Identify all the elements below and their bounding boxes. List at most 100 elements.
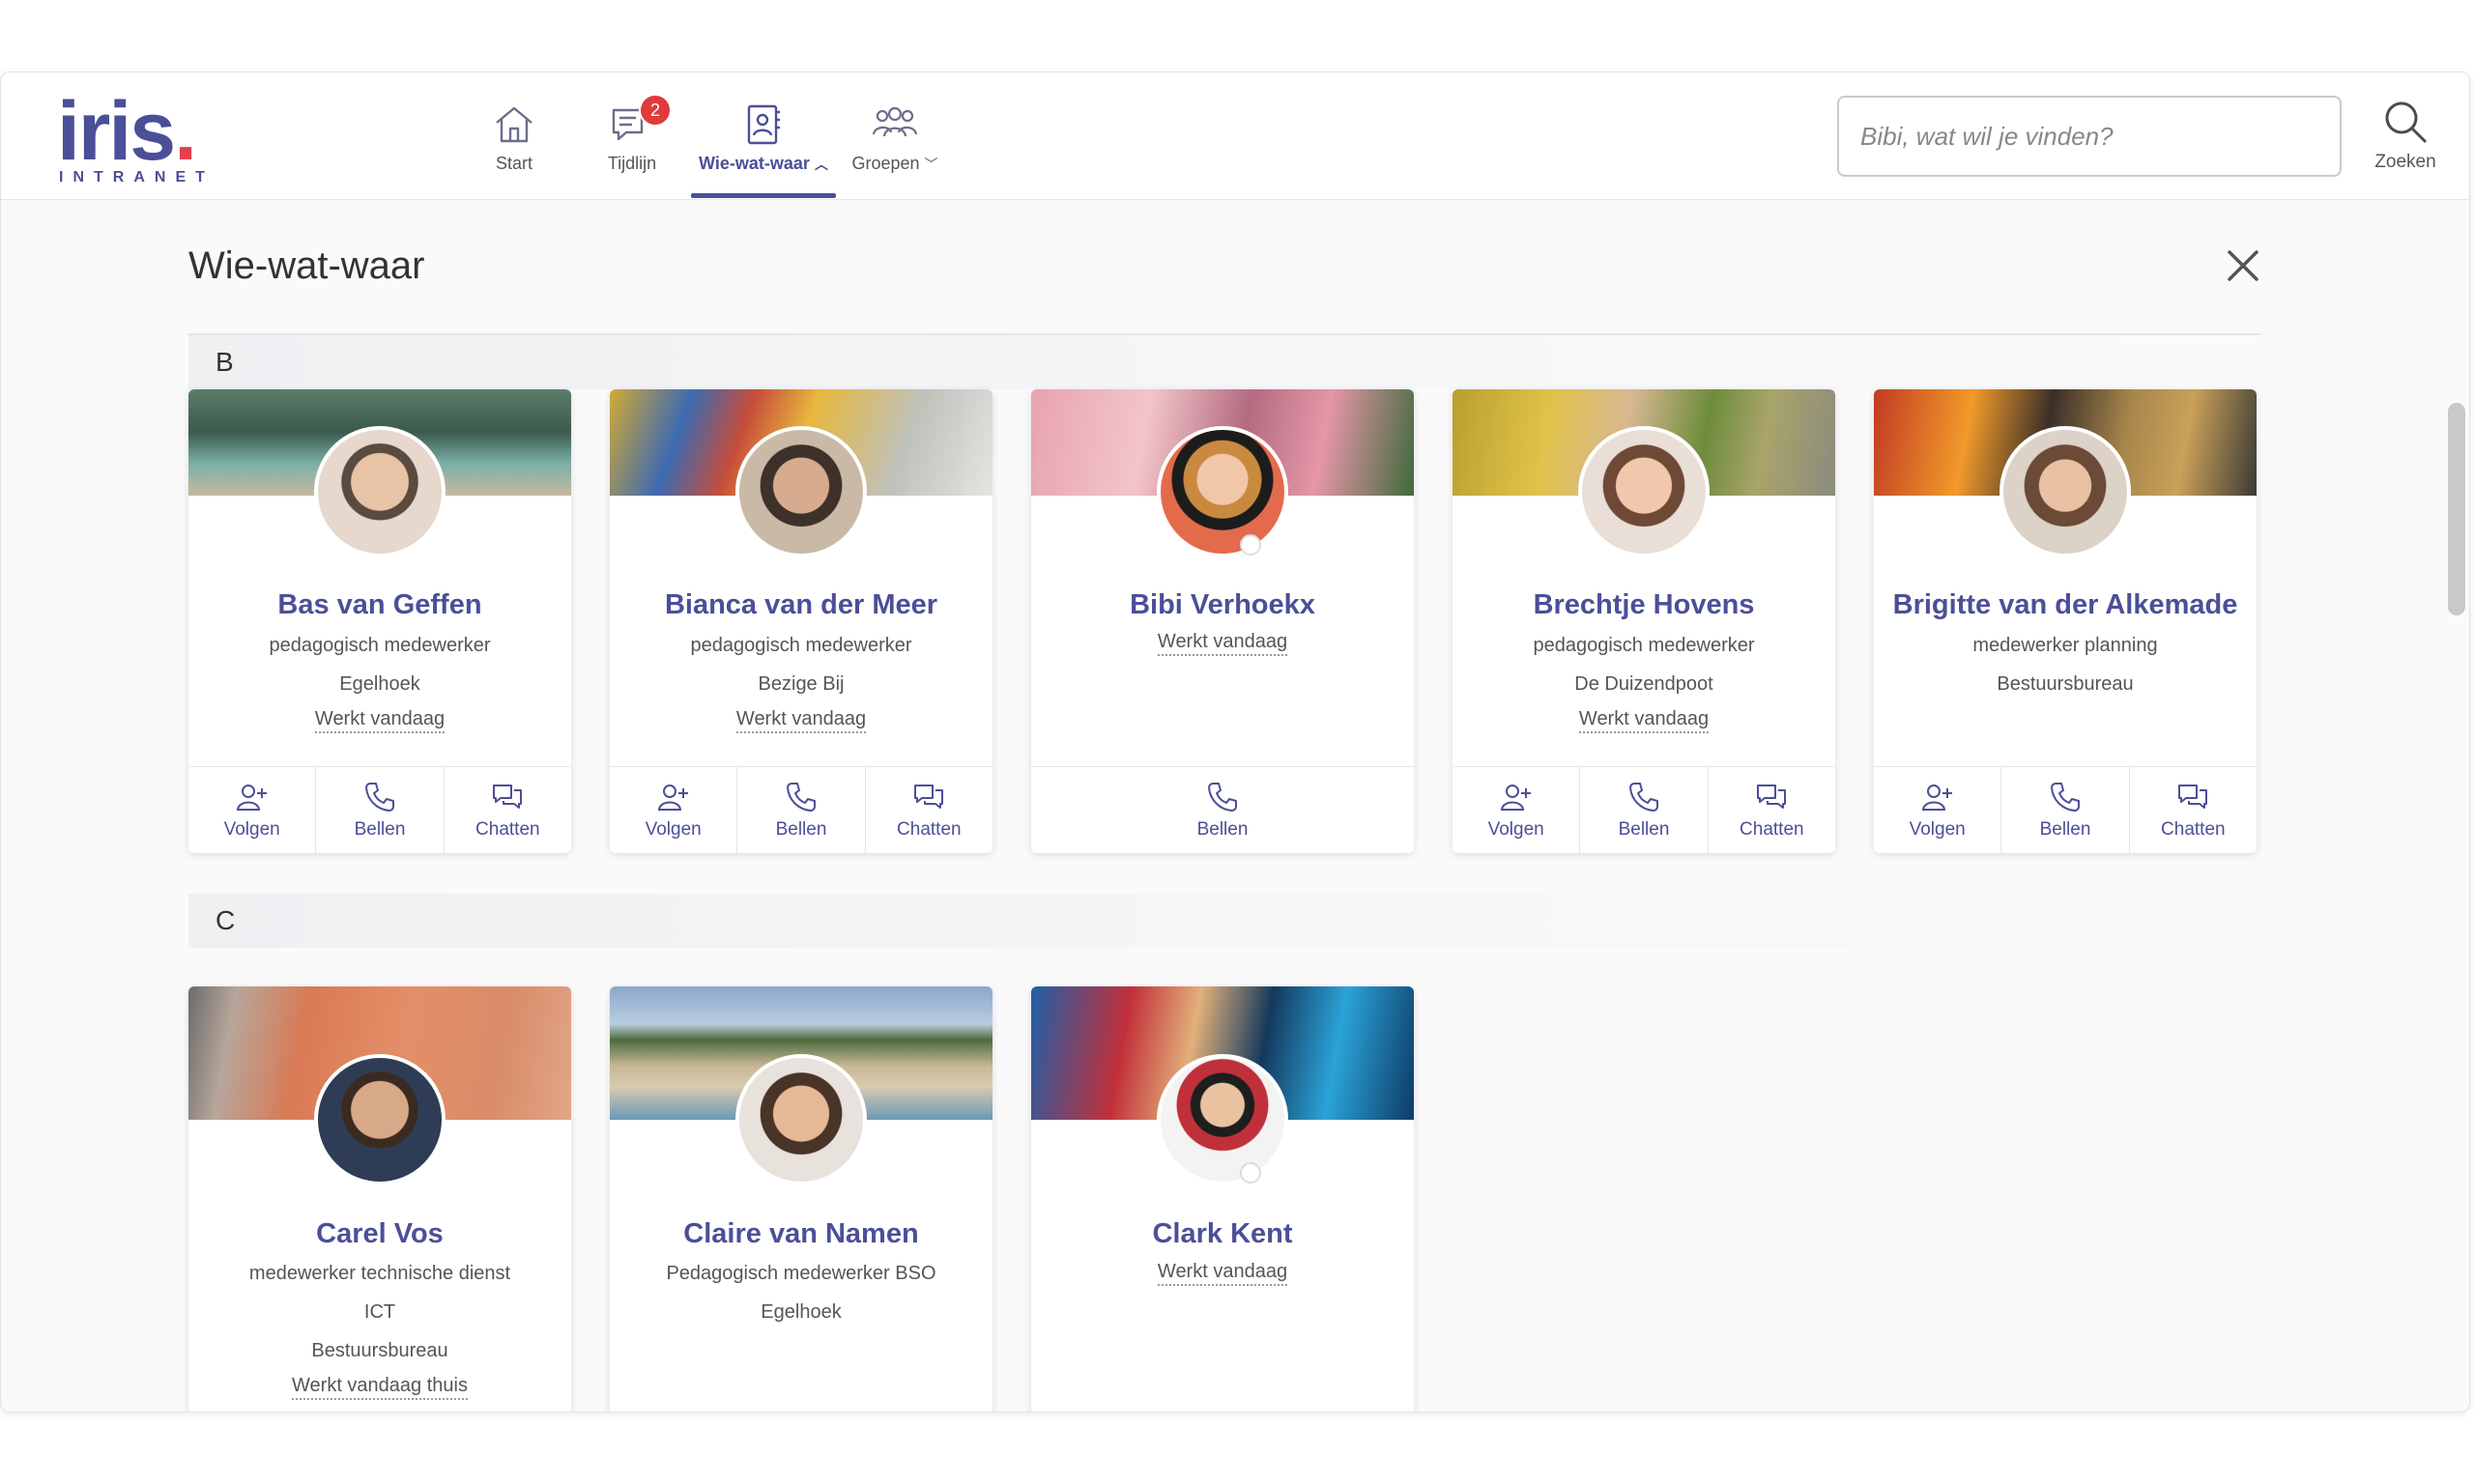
user-plus-icon bbox=[657, 784, 688, 811]
person-card: Claire van Namen Pedagogisch medewerker … bbox=[610, 986, 992, 1412]
person-card: Clark Kent Werkt vandaag bbox=[1031, 986, 1414, 1412]
chat-button[interactable]: Chatten bbox=[1709, 767, 1835, 853]
groups-icon bbox=[872, 106, 918, 137]
user-plus-icon bbox=[236, 784, 267, 811]
phone-icon bbox=[364, 782, 394, 812]
section-letter: C bbox=[216, 905, 236, 935]
avatar[interactable] bbox=[735, 426, 867, 557]
person-location: Bestuursbureau bbox=[311, 1340, 448, 1361]
person-status: Werkt vandaag bbox=[188, 708, 571, 733]
person-role: pedagogisch medewerker bbox=[269, 635, 491, 656]
person-name[interactable]: Bas van Geffen bbox=[188, 589, 571, 621]
search-input[interactable] bbox=[1839, 98, 2340, 175]
phone-icon bbox=[1208, 782, 1237, 812]
section-letter: B bbox=[216, 347, 234, 377]
person-name[interactable]: Brechtje Hovens bbox=[1453, 589, 1835, 621]
nav-item-groepen[interactable]: Groepen ﹀ bbox=[836, 72, 954, 200]
follow-button[interactable]: Volgen bbox=[610, 767, 738, 853]
person-name[interactable]: Claire van Namen bbox=[610, 1218, 992, 1250]
search-button-label: Zoeken bbox=[2374, 152, 2436, 172]
person-card: Bibi Verhoekx Werkt vandaag Bellen bbox=[1031, 389, 1414, 853]
call-button[interactable]: Bellen bbox=[2001, 767, 2130, 853]
chat-button[interactable]: Chatten bbox=[866, 767, 992, 853]
action-label: Bellen bbox=[1196, 818, 1249, 840]
close-icon bbox=[2228, 250, 2258, 281]
person-card: Carel Vos medewerker technische dienst I… bbox=[188, 986, 571, 1412]
chat-bubbles-icon bbox=[1757, 784, 1787, 809]
person-name[interactable]: Brigitte van der Alkemade bbox=[1874, 589, 2257, 621]
nav-item-tijdlijn[interactable]: 2 Tijdlijn bbox=[573, 72, 691, 200]
call-button[interactable]: Bellen bbox=[1031, 767, 1414, 853]
person-name[interactable]: Carel Vos bbox=[188, 1218, 571, 1250]
person-role: medewerker technische dienst bbox=[248, 1263, 511, 1284]
logo-text: iris bbox=[57, 85, 176, 178]
card-actions: Volgen Bellen Chatten bbox=[188, 766, 571, 853]
card-actions: Volgen Bellen Chatten bbox=[1453, 766, 1835, 853]
follow-button[interactable]: Volgen bbox=[188, 767, 317, 853]
nav-label: Tijdlijn bbox=[607, 154, 657, 173]
chat-bubbles-icon bbox=[2178, 784, 2208, 809]
home-icon bbox=[496, 106, 532, 143]
phone-icon bbox=[1628, 782, 1658, 812]
card-actions: Volgen Bellen Chatten bbox=[1874, 766, 2257, 853]
person-role: pedagogisch medewerker bbox=[1533, 635, 1755, 656]
search-icon bbox=[2385, 101, 2428, 144]
avatar[interactable] bbox=[314, 1054, 446, 1185]
section-header-b: B bbox=[188, 335, 2260, 389]
call-button[interactable]: Bellen bbox=[316, 767, 445, 853]
chevron-down-icon: ﹀ bbox=[924, 157, 938, 172]
person-role: pedagogisch medewerker bbox=[690, 635, 912, 656]
avatar[interactable] bbox=[1999, 426, 2131, 557]
avatar[interactable] bbox=[1578, 426, 1710, 557]
person-card: Brechtje Hovens pedagogisch medewerker D… bbox=[1453, 389, 1835, 853]
chat-bubbles-icon bbox=[493, 784, 523, 809]
action-label: Volgen bbox=[1909, 818, 1966, 840]
person-name[interactable]: Clark Kent bbox=[1031, 1218, 1414, 1250]
nav-label: Wie-wat-waar bbox=[699, 154, 810, 173]
person-name[interactable]: Bibi Verhoekx bbox=[1031, 589, 1414, 621]
avatar[interactable] bbox=[1157, 426, 1288, 557]
call-button[interactable]: Bellen bbox=[737, 767, 866, 853]
top-header: iris. INTRANET Start 2 Tijdlijn Wie-wat-… bbox=[1, 72, 2469, 200]
nav-item-start[interactable]: Start bbox=[455, 72, 573, 200]
search-field[interactable] bbox=[1837, 96, 2342, 177]
person-status: Werkt vandaag bbox=[1453, 708, 1835, 733]
person-location: Bestuursbureau bbox=[1997, 673, 2134, 695]
action-label: Chatten bbox=[1740, 818, 1804, 840]
avatar[interactable] bbox=[1157, 1054, 1288, 1185]
follow-button[interactable]: Volgen bbox=[1453, 767, 1581, 853]
card-actions: Volgen Bellen Chatten bbox=[610, 766, 992, 853]
person-department: ICT bbox=[363, 1301, 396, 1323]
person-status-text: Werkt vandaag bbox=[314, 708, 446, 733]
user-plus-icon bbox=[1500, 784, 1531, 811]
person-status-text: Werkt vandaag bbox=[735, 708, 867, 733]
action-label: Volgen bbox=[223, 818, 280, 840]
nav-label: Groepen bbox=[851, 154, 920, 173]
nav-item-wie-wat-waar[interactable]: Wie-wat-waar ︿ bbox=[691, 72, 836, 200]
person-location: Bezige Bij bbox=[758, 673, 845, 695]
search-button[interactable]: Zoeken bbox=[2367, 98, 2444, 179]
person-location: De Duizendpoot bbox=[1574, 673, 1713, 695]
chat-button[interactable]: Chatten bbox=[2130, 767, 2257, 853]
follow-button[interactable]: Volgen bbox=[1874, 767, 2002, 853]
vertical-scrollbar[interactable] bbox=[2448, 403, 2465, 615]
person-status: Werkt vandaag bbox=[610, 708, 992, 733]
action-label: Chatten bbox=[475, 818, 540, 840]
action-label: Volgen bbox=[1487, 818, 1544, 840]
person-card: Brigitte van der Alkemade medewerker pla… bbox=[1874, 389, 2257, 853]
person-card: Bas van Geffen pedagogisch medewerker Eg… bbox=[188, 389, 571, 853]
logo-subtitle: INTRANET bbox=[59, 169, 215, 186]
close-button[interactable] bbox=[2222, 244, 2264, 287]
person-status-text: Werkt vandaag bbox=[1157, 1261, 1288, 1286]
person-name[interactable]: Bianca van der Meer bbox=[610, 589, 992, 621]
action-label: Bellen bbox=[775, 818, 827, 840]
call-button[interactable]: Bellen bbox=[1580, 767, 1709, 853]
iris-logo[interactable]: iris. INTRANET bbox=[57, 90, 221, 186]
avatar[interactable] bbox=[314, 426, 446, 557]
chat-button[interactable]: Chatten bbox=[445, 767, 571, 853]
action-label: Volgen bbox=[645, 818, 702, 840]
action-label: Chatten bbox=[2161, 818, 2226, 840]
avatar[interactable] bbox=[735, 1054, 867, 1185]
person-status-text: Werkt vandaag bbox=[1578, 708, 1710, 733]
person-status: Werkt vandaag thuis bbox=[188, 1375, 571, 1400]
